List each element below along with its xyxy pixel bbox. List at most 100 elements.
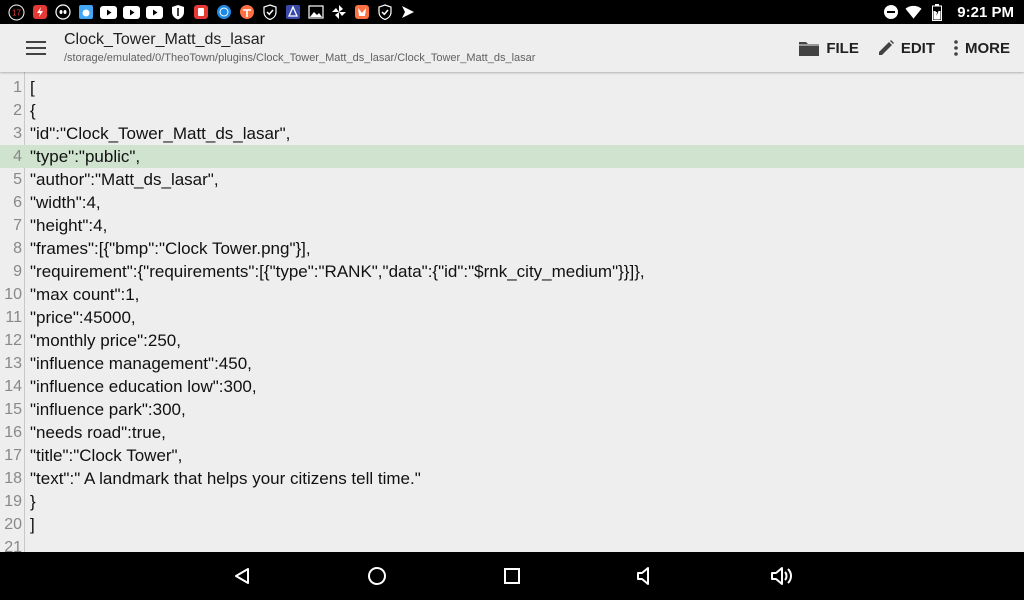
line-text: "price":45000,	[30, 307, 136, 327]
globe-icon	[215, 4, 232, 21]
flash-icon	[31, 4, 48, 21]
code-line[interactable]: 13 "influence management":450,	[0, 352, 1024, 375]
youtube-icon	[100, 4, 117, 21]
line-number: 1	[13, 78, 22, 96]
code-line[interactable]: 18 "text":" A landmark that helps your ci…	[0, 467, 1024, 490]
code-line[interactable]: 10 "max count":1,	[0, 283, 1024, 306]
menu-button[interactable]	[24, 36, 48, 60]
volume-up-icon	[771, 567, 792, 585]
code-line[interactable]: 2{	[0, 99, 1024, 122]
line-text: ]	[30, 514, 35, 534]
home-button[interactable]	[365, 564, 389, 588]
navigation-bar	[0, 552, 1024, 600]
line-text: "influence park":300,	[30, 399, 186, 419]
system-indicators: 9:21 PM	[882, 3, 1024, 21]
code-line[interactable]: 21	[0, 536, 1024, 553]
line-text: "text":" A landmark that helps your citi…	[30, 468, 421, 488]
line-number: 17	[4, 446, 22, 464]
folder-icon	[799, 42, 820, 56]
code-line[interactable]: 16 "needs road":true,	[0, 421, 1024, 444]
file-path: /storage/emulated/0/TheoTown/plugins/Clo…	[64, 52, 536, 64]
file-name: Clock_Tower_Matt_ds_lasar	[64, 31, 265, 48]
astro-icon	[284, 4, 301, 21]
line-text: "id":"Clock_Tower_Matt_ds_lasar",	[30, 123, 291, 143]
more-button[interactable]: MORE	[953, 39, 1010, 57]
edit-button[interactable]: EDIT	[877, 39, 935, 57]
wifi-icon	[905, 4, 922, 21]
pinwheel-icon	[330, 4, 347, 21]
line-text: "title":"Clock Tower",	[30, 445, 183, 465]
dnd-icon	[882, 4, 899, 21]
alien-icon	[54, 4, 71, 21]
code-line[interactable]: 11 "price":45000,	[0, 306, 1024, 329]
check-shield-icon	[261, 4, 278, 21]
code-line[interactable]: 6 "width":4,	[0, 191, 1024, 214]
back-button[interactable]	[230, 564, 254, 588]
line-number: 3	[13, 124, 22, 142]
pencil-icon	[878, 40, 894, 55]
line-number: 13	[4, 354, 22, 372]
recents-icon	[504, 568, 520, 584]
line-number: 20	[4, 515, 22, 533]
youtube-icon	[123, 4, 140, 21]
file-titles: Clock_Tower_Matt_ds_lasar /storage/emula…	[64, 30, 535, 66]
line-number: 12	[4, 331, 22, 349]
line-text: "max count":1,	[30, 284, 140, 304]
line-text: "height":4,	[30, 215, 108, 235]
file-button-label: FILE	[826, 39, 859, 57]
line-number: 8	[13, 239, 22, 257]
line-number: 16	[4, 423, 22, 441]
code-line[interactable]: 5 "author":"Matt_ds_lasar",	[0, 168, 1024, 191]
line-text: "frames":[{"bmp":"Clock Tower.png"}],	[30, 238, 311, 258]
line-number: 9	[13, 262, 22, 280]
line-text: }	[30, 491, 36, 511]
code-editor[interactable]: 1[ 2{ 3 "id":"Clock_Tower_Matt_ds_lasar",…	[0, 72, 1024, 552]
status-bar: 17 9:21 PM	[0, 0, 1024, 24]
code-line[interactable]: 20]	[0, 513, 1024, 536]
line-number: 10	[4, 285, 22, 303]
line-text: "requirement":{"requirements":[{"type":"…	[30, 261, 645, 281]
line-text: "width":4,	[30, 192, 101, 212]
line-text: [	[30, 77, 35, 97]
code-line[interactable]: 15 "influence park":300,	[0, 398, 1024, 421]
line-text: "type":"public",	[30, 146, 141, 166]
code-line[interactable]: 1[	[0, 76, 1024, 99]
volume-down-button[interactable]	[634, 564, 658, 588]
file-button[interactable]: FILE	[798, 39, 859, 57]
line-number: 19	[4, 492, 22, 510]
code-line[interactable]: 8 "frames":[{"bmp":"Clock Tower.png"}],	[0, 237, 1024, 260]
code-line[interactable]: 9 "requirement":{"requirements":[{"type":…	[0, 260, 1024, 283]
app-bar-actions: FILE EDIT MORE	[780, 39, 1010, 57]
clock: 9:21 PM	[957, 3, 1014, 21]
notification-count-icon: 17	[8, 4, 25, 21]
line-number: 11	[5, 308, 22, 326]
line-number: 7	[13, 216, 22, 234]
line-text: "influence management":450,	[30, 353, 252, 373]
edit-button-label: EDIT	[900, 39, 935, 57]
volume-up-button[interactable]	[770, 564, 794, 588]
line-number: 21	[4, 538, 22, 553]
code-line[interactable]: 17 "title":"Clock Tower",	[0, 444, 1024, 467]
line-text: "needs road":true,	[30, 422, 166, 442]
vpn-icon	[238, 4, 255, 21]
code-line[interactable]: 19}	[0, 490, 1024, 513]
battery-icon	[928, 3, 945, 21]
code-line[interactable]: 12 "monthly price":250,	[0, 329, 1024, 352]
more-button-label: MORE	[965, 39, 1010, 57]
svg-text:17: 17	[12, 8, 21, 17]
fox-icon	[353, 4, 370, 21]
code-line[interactable]: 7 "height":4,	[0, 214, 1024, 237]
back-icon	[235, 568, 249, 584]
recents-button[interactable]	[500, 564, 524, 588]
line-number: 4	[13, 147, 22, 165]
hamburger-icon	[26, 41, 46, 55]
line-number: 15	[4, 400, 22, 418]
youtube-icon	[146, 4, 163, 21]
current-code-line[interactable]: 4 "type":"public",	[0, 145, 1024, 168]
code-line[interactable]: 14 "influence education low":300,	[0, 375, 1024, 398]
more-vert-icon	[954, 40, 958, 56]
app-bar: Clock_Tower_Matt_ds_lasar /storage/emula…	[0, 24, 1024, 72]
line-text: "influence education low":300,	[30, 376, 257, 396]
code-line[interactable]: 3 "id":"Clock_Tower_Matt_ds_lasar",	[0, 122, 1024, 145]
line-number: 18	[4, 469, 22, 487]
